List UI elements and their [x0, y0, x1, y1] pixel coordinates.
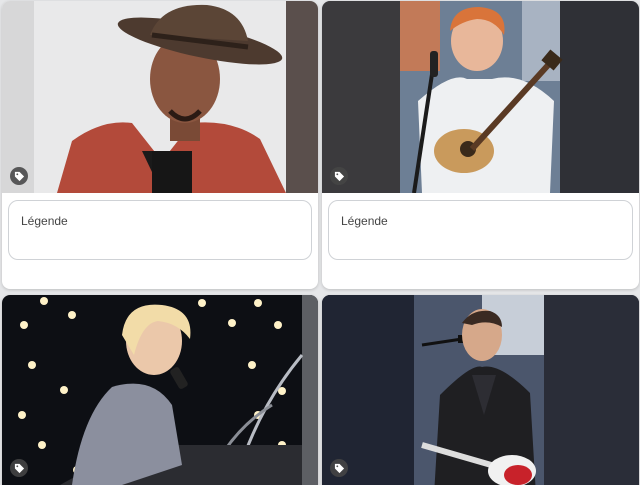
photo-card [2, 295, 318, 485]
tag-icon[interactable] [10, 167, 28, 185]
photo-grid [0, 0, 640, 485]
photo-card [322, 1, 639, 289]
caption-input[interactable] [328, 200, 633, 260]
caption-input[interactable] [8, 200, 312, 260]
photo-stage-singer[interactable] [2, 295, 318, 485]
photo-card [322, 295, 639, 485]
photo-card [2, 1, 318, 289]
photo-bassist[interactable] [322, 295, 639, 485]
tag-icon[interactable] [330, 459, 348, 477]
tag-icon[interactable] [10, 459, 28, 477]
photo-hat-man[interactable] [2, 1, 318, 193]
tag-icon[interactable] [330, 167, 348, 185]
photo-guitarist[interactable] [322, 1, 639, 193]
